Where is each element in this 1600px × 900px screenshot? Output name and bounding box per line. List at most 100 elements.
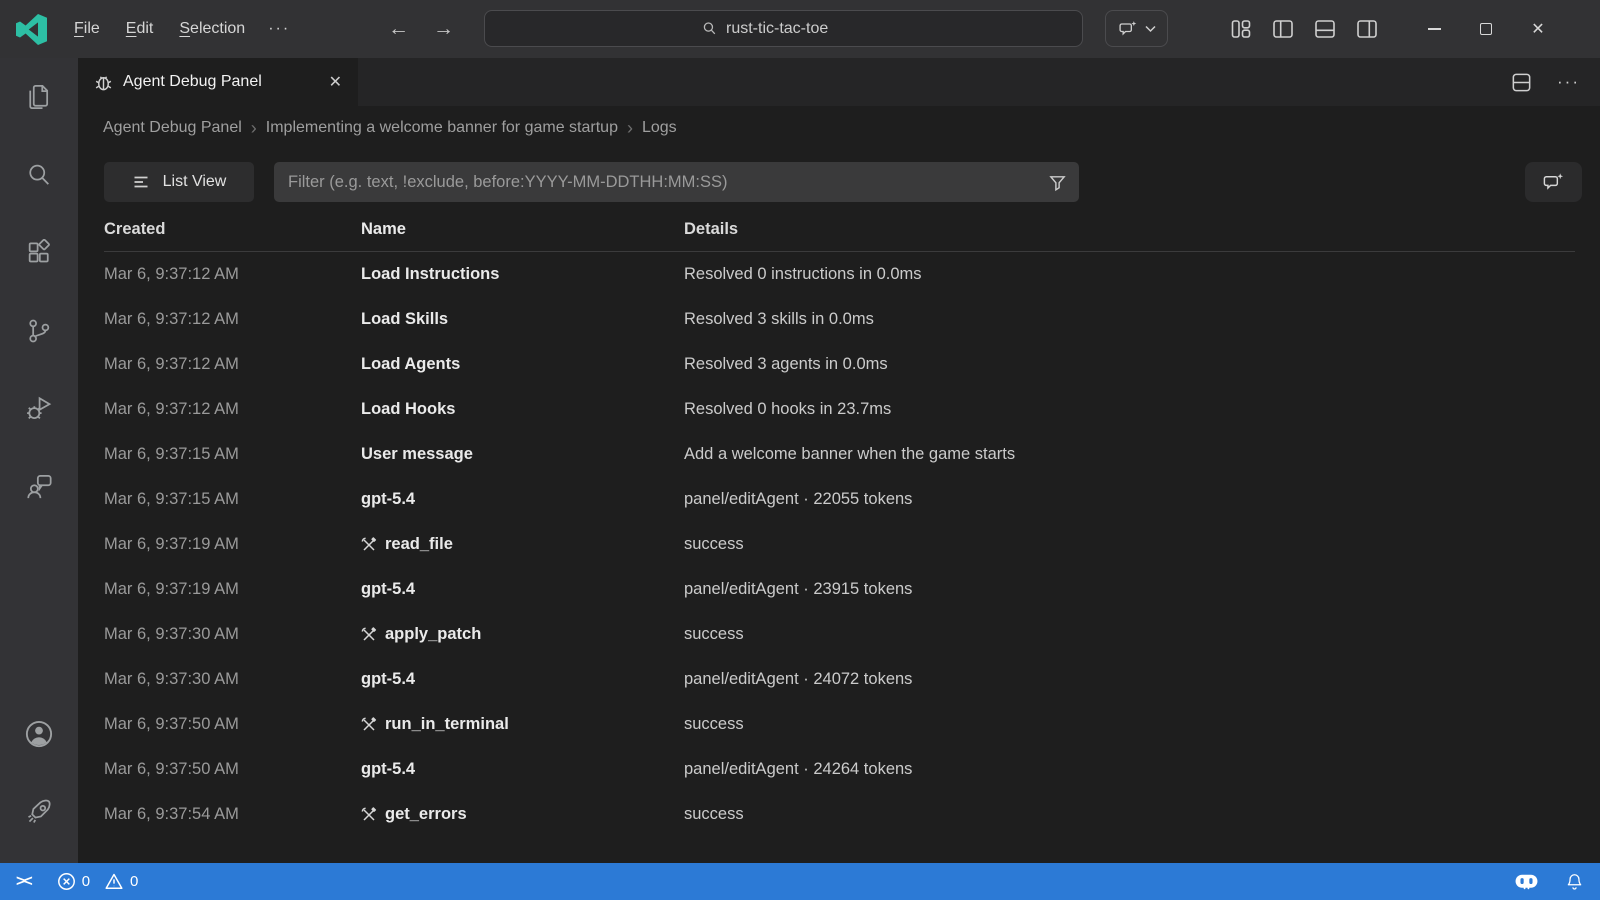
accounts-button[interactable] (0, 695, 78, 773)
row-name-text: gpt-5.4 (361, 760, 415, 779)
row-created: Mar 6, 9:37:50 AM (104, 760, 361, 779)
sidebar-item-run-debug[interactable] (0, 370, 78, 448)
row-name-text: gpt-5.4 (361, 490, 415, 509)
menu-overflow-button[interactable]: ··· (258, 14, 300, 44)
problems-warnings[interactable]: 0 (104, 872, 138, 891)
table-row[interactable]: Mar 6, 9:37:12 AM Load Hooks Resolved 0 … (104, 387, 1575, 432)
table-row[interactable]: Mar 6, 9:37:12 AM Load Instructions Reso… (104, 252, 1575, 297)
open-chat-button[interactable] (1525, 162, 1582, 202)
row-name: gpt-5.4 (361, 670, 684, 689)
maximize-button[interactable] (1460, 0, 1512, 58)
menu-file[interactable]: File (61, 14, 113, 44)
menu-edit[interactable]: Edit (113, 14, 167, 44)
list-view-button[interactable]: List View (104, 162, 254, 202)
minimize-button[interactable] (1408, 0, 1460, 58)
tools-icon (361, 807, 377, 823)
tab-close-icon[interactable]: ✕ (327, 72, 344, 92)
sidebar-item-source-control[interactable] (0, 292, 78, 370)
row-name: apply_patch (361, 625, 684, 644)
toggle-secondary-sidebar-icon[interactable] (1355, 17, 1379, 41)
remote-indicator-icon[interactable]: >< (16, 873, 31, 891)
row-created: Mar 6, 9:37:15 AM (104, 445, 361, 464)
split-editor-icon[interactable] (1510, 71, 1533, 94)
column-header-details[interactable]: Details (684, 220, 1575, 239)
row-name-text: get_errors (385, 805, 467, 824)
row-name-text: gpt-5.4 (361, 670, 415, 689)
sidebar-item-extensions[interactable] (0, 214, 78, 292)
list-icon (132, 173, 150, 191)
toggle-panel-icon[interactable] (1313, 17, 1337, 41)
extensions-icon (25, 239, 53, 267)
row-details: Resolved 3 skills in 0.0ms (684, 310, 1575, 329)
notifications-bell-icon[interactable] (1565, 872, 1584, 892)
row-name-text: Load Hooks (361, 400, 455, 419)
close-window-button[interactable]: ✕ (1512, 0, 1564, 58)
titlebar: File Edit Selection ··· ← → (0, 0, 1600, 58)
column-header-name[interactable]: Name (361, 220, 684, 239)
customize-layout-icon[interactable] (1229, 17, 1253, 41)
table-row[interactable]: Mar 6, 9:37:15 AM User message Add a wel… (104, 432, 1575, 477)
problems-errors[interactable]: 0 (57, 872, 90, 891)
filter-funnel-icon[interactable] (1048, 173, 1067, 192)
search-input[interactable] (726, 20, 866, 38)
row-name: Load Agents (361, 355, 684, 374)
row-created: Mar 6, 9:37:12 AM (104, 400, 361, 419)
error-count: 0 (82, 873, 90, 890)
rocket-button[interactable] (0, 773, 78, 851)
table-row[interactable]: Mar 6, 9:37:15 AM gpt-5.4 panel/editAgen… (104, 477, 1575, 522)
breadcrumb-item[interactable]: Agent Debug Panel (103, 119, 242, 137)
chat-view-icon (25, 473, 53, 501)
explorer-icon (25, 83, 53, 111)
activity-bar (0, 58, 78, 863)
row-details: success (684, 805, 1575, 824)
breadcrumb-item[interactable]: Logs (642, 119, 677, 137)
row-details: success (684, 715, 1575, 734)
filter-input[interactable] (288, 173, 1048, 192)
sidebar-item-chat[interactable] (0, 448, 78, 526)
tab-agent-debug-panel[interactable]: Agent Debug Panel ✕ (78, 58, 358, 106)
tab-bar: Agent Debug Panel ✕ ··· (78, 58, 1600, 106)
row-name: run_in_terminal (361, 715, 684, 734)
command-center-search[interactable] (484, 10, 1083, 47)
copilot-status-icon[interactable] (1514, 871, 1539, 892)
row-details: success (684, 535, 1575, 554)
copilot-chat-icon (1542, 171, 1565, 194)
menu-selection[interactable]: Selection (166, 14, 258, 44)
table-row[interactable]: Mar 6, 9:37:12 AM Load Agents Resolved 3… (104, 342, 1575, 387)
table-row[interactable]: Mar 6, 9:37:12 AM Load Skills Resolved 3… (104, 297, 1575, 342)
breadcrumb-item[interactable]: Implementing a welcome banner for game s… (266, 119, 618, 137)
forward-button[interactable]: → (433, 17, 454, 41)
table-row[interactable]: Mar 6, 9:37:30 AM gpt-5.4 panel/editAgen… (104, 657, 1575, 702)
source-control-icon (25, 317, 53, 345)
table-row[interactable]: Mar 6, 9:37:50 AM run_in_terminal succes… (104, 702, 1575, 747)
table-row[interactable]: Mar 6, 9:37:54 AM get_errors success (104, 792, 1575, 837)
table-row[interactable]: Mar 6, 9:37:19 AM read_file success (104, 522, 1575, 567)
back-button[interactable]: ← (388, 17, 409, 41)
column-header-created[interactable]: Created (104, 220, 361, 239)
row-details: panel/editAgent · 22055 tokens (684, 490, 1575, 509)
row-created: Mar 6, 9:37:12 AM (104, 310, 361, 329)
row-details: Resolved 0 hooks in 23.7ms (684, 400, 1575, 419)
row-name-text: gpt-5.4 (361, 580, 415, 599)
row-details: Resolved 3 agents in 0.0ms (684, 355, 1575, 374)
row-name: gpt-5.4 (361, 490, 684, 509)
warning-icon (104, 872, 124, 891)
tab-title: Agent Debug Panel (123, 73, 317, 91)
editor-area: Agent Debug Panel ✕ ··· Agent Debug Pane… (78, 58, 1600, 863)
table-header-row: Created Name Details (104, 208, 1575, 252)
more-actions-icon[interactable]: ··· (1557, 72, 1580, 92)
sidebar-item-explorer[interactable] (0, 58, 78, 136)
account-icon (24, 719, 54, 749)
table-row[interactable]: Mar 6, 9:37:30 AM apply_patch success (104, 612, 1575, 657)
copilot-menu-button[interactable] (1105, 10, 1168, 47)
row-created: Mar 6, 9:37:30 AM (104, 625, 361, 644)
table-row[interactable]: Mar 6, 9:37:50 AM gpt-5.4 panel/editAgen… (104, 747, 1575, 792)
row-created: Mar 6, 9:37:15 AM (104, 490, 361, 509)
row-name-text: read_file (385, 535, 453, 554)
toggle-primary-sidebar-icon[interactable] (1271, 17, 1295, 41)
filter-box[interactable] (274, 162, 1079, 202)
row-details: Add a welcome banner when the game start… (684, 445, 1575, 464)
row-name: Load Instructions (361, 265, 684, 284)
sidebar-item-search[interactable] (0, 136, 78, 214)
table-row[interactable]: Mar 6, 9:37:19 AM gpt-5.4 panel/editAgen… (104, 567, 1575, 612)
